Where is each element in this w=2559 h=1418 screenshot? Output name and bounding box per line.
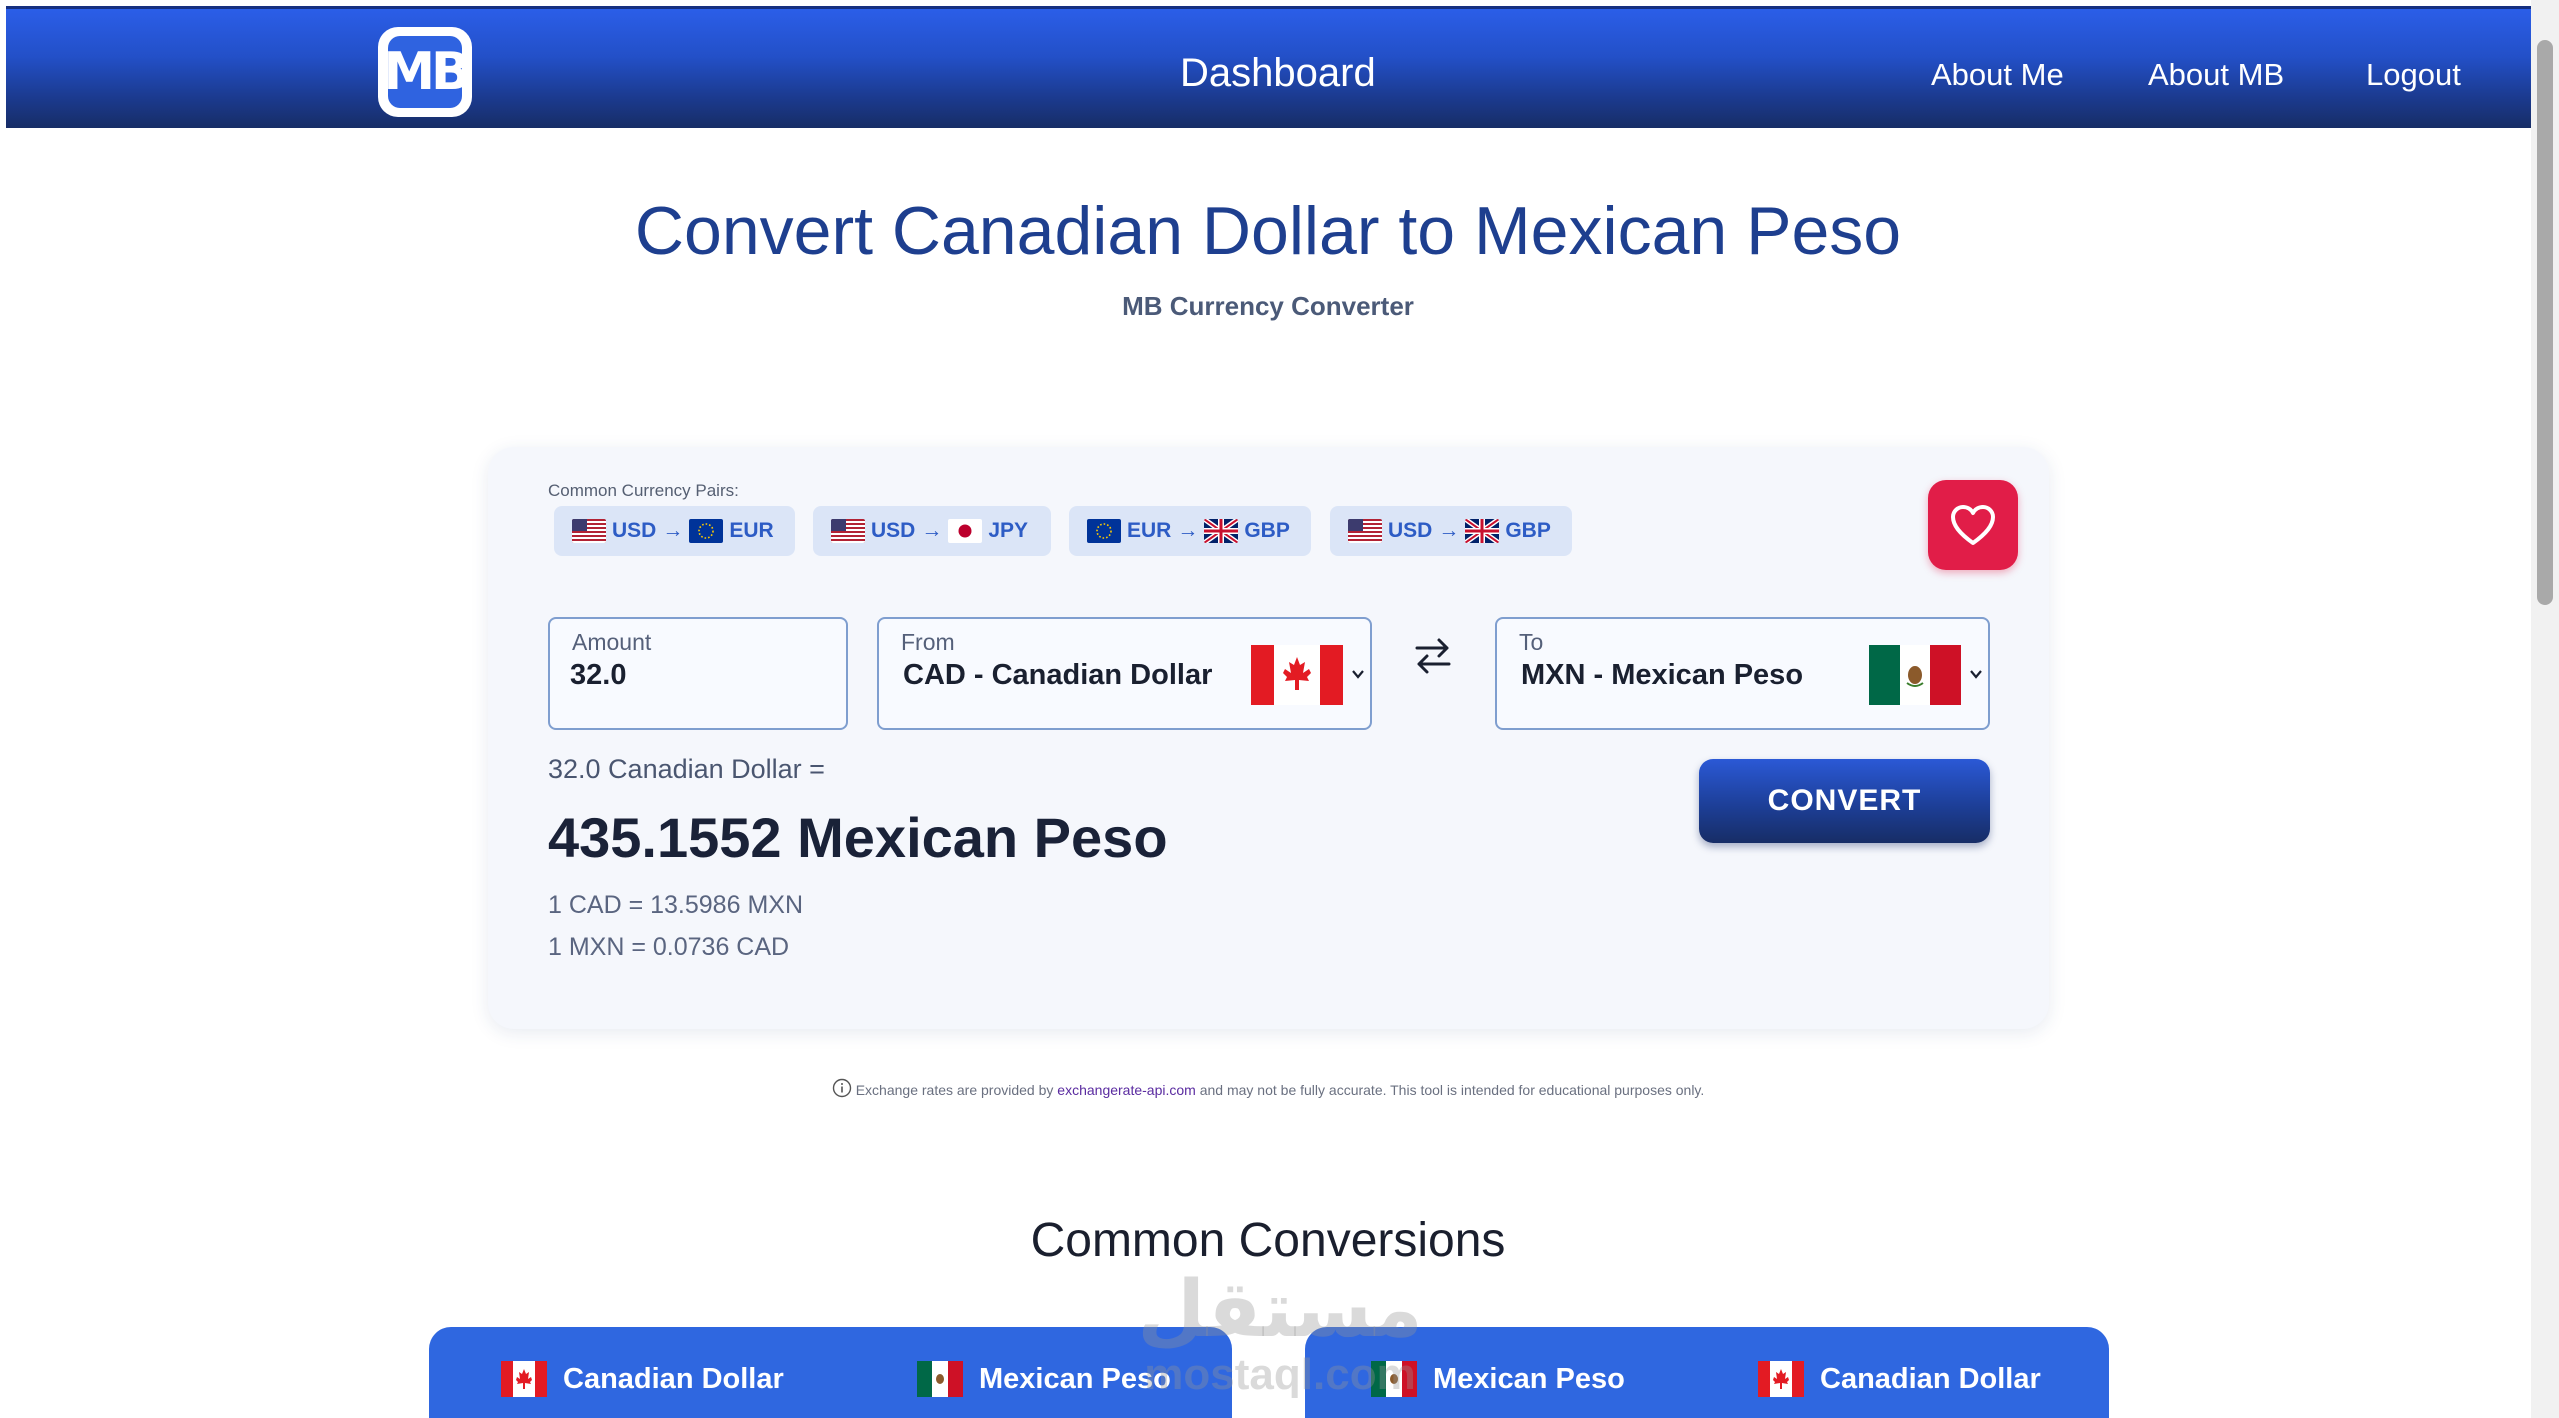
us-flag-icon bbox=[1348, 519, 1382, 543]
disclaimer-after: and may not be fully accurate. This tool… bbox=[1195, 1082, 1705, 1098]
mx-flag-icon bbox=[917, 1361, 963, 1397]
uk-flag-icon bbox=[1465, 519, 1500, 543]
chevron-down-icon bbox=[1352, 670, 1364, 679]
uk-flag-icon bbox=[1204, 519, 1239, 543]
pair-to: JPY bbox=[988, 519, 1029, 542]
conversion-from-label: Canadian Dollar bbox=[563, 1362, 784, 1395]
convert-button[interactable]: CONVERT bbox=[1699, 759, 1990, 843]
conversion-from-label: Mexican Peso bbox=[1433, 1362, 1625, 1395]
ca-flag-icon bbox=[1251, 645, 1343, 705]
eu-flag-icon bbox=[689, 519, 724, 543]
pair-from: USD bbox=[612, 519, 657, 542]
disclaimer: Exchange rates are provided by exchanger… bbox=[0, 1078, 2536, 1098]
to-currency-value: MXN - Mexican Peso bbox=[1521, 659, 1804, 691]
pair-to: EUR bbox=[729, 519, 774, 542]
info-icon bbox=[832, 1078, 851, 1098]
navbar: MB Dashboard About Me About MB Logout bbox=[6, 6, 2531, 128]
scrollbar[interactable] bbox=[2531, 0, 2559, 1418]
us-flag-icon bbox=[572, 519, 606, 543]
pair-arrow: → bbox=[921, 519, 943, 542]
from-currency-value: CAD - Canadian Dollar bbox=[903, 659, 1213, 691]
page-subtitle: MB Currency Converter bbox=[1122, 291, 1414, 321]
ca-flag-icon bbox=[1758, 1361, 1804, 1397]
pair-chip-usd-gbp[interactable]: USD → GBP bbox=[1330, 506, 1572, 556]
favorite-button[interactable] bbox=[1928, 480, 2018, 570]
watermark-latin: mostaql.com bbox=[1144, 1350, 1416, 1399]
eu-flag-icon bbox=[1087, 519, 1121, 543]
heart-icon bbox=[1951, 505, 1995, 545]
pair-arrow: → bbox=[1438, 519, 1460, 542]
rate-reverse: 1 MXN = 0.0736 CAD bbox=[548, 933, 790, 961]
logo[interactable]: MB bbox=[378, 27, 472, 117]
pair-chip-usd-eur[interactable]: USD → EUR bbox=[554, 506, 795, 556]
amount-label: Amount bbox=[572, 629, 652, 655]
result-summary: 32.0 Canadian Dollar = bbox=[548, 754, 825, 784]
jp-flag-icon bbox=[948, 519, 983, 543]
pair-to: GBP bbox=[1244, 519, 1290, 542]
pair-from: USD bbox=[871, 519, 916, 542]
chevron-down-icon bbox=[1970, 670, 1982, 679]
amount-input[interactable]: 32.0 bbox=[570, 659, 626, 692]
mx-flag-icon bbox=[1869, 645, 1961, 705]
nav-link-logout[interactable]: Logout bbox=[2366, 57, 2461, 93]
scrollbar-thumb[interactable] bbox=[2537, 40, 2553, 605]
pair-from: EUR bbox=[1127, 519, 1172, 542]
pair-from: USD bbox=[1388, 519, 1433, 542]
result-value: 435.1552 Mexican Peso bbox=[548, 806, 1168, 869]
nav-link-about-me[interactable]: About Me bbox=[1931, 57, 2064, 93]
conversion-from: Canadian Dollar bbox=[501, 1361, 784, 1397]
logo-mark: MB bbox=[383, 36, 471, 108]
swap-icon[interactable] bbox=[1413, 632, 1453, 680]
nav-title[interactable]: Dashboard bbox=[1180, 51, 1376, 96]
us-flag-icon bbox=[831, 519, 865, 543]
nav-link-about-mb[interactable]: About MB bbox=[2148, 57, 2284, 93]
conversion-card-cad-mxn[interactable]: Canadian Dollar Mexican Peso bbox=[429, 1327, 1232, 1418]
browser-page: MB Dashboard About Me About MB Logout Co… bbox=[0, 0, 2559, 1418]
watermark-arabic: مستقل bbox=[1137, 1265, 1423, 1355]
pair-chip-eur-gbp[interactable]: EUR → GBP bbox=[1069, 506, 1311, 556]
pair-to: GBP bbox=[1505, 519, 1551, 542]
to-currency-select[interactable]: To MXN - Mexican Peso bbox=[1495, 617, 1990, 730]
to-label: To bbox=[1519, 629, 1544, 655]
pairs-label: Common Currency Pairs: bbox=[548, 481, 739, 500]
common-conversions-title: Common Conversions bbox=[1030, 1214, 1506, 1267]
exchangerate-api-link[interactable]: exchangerate-api.com bbox=[1057, 1082, 1196, 1098]
pair-arrow: → bbox=[662, 519, 684, 542]
watermark: مستقل mostaql.com bbox=[1120, 1265, 1440, 1399]
conversion-to-label: Canadian Dollar bbox=[1820, 1362, 2041, 1395]
disclaimer-before: Exchange rates are provided by bbox=[855, 1082, 1058, 1098]
from-label: From bbox=[901, 629, 955, 655]
rate-forward: 1 CAD = 13.5986 MXN bbox=[548, 891, 803, 919]
amount-field[interactable]: Amount 32.0 bbox=[548, 617, 848, 730]
ca-flag-icon bbox=[501, 1361, 547, 1397]
pair-chip-usd-jpy[interactable]: USD → JPY bbox=[813, 506, 1051, 556]
from-currency-select[interactable]: From CAD - Canadian Dollar bbox=[877, 617, 1372, 730]
pair-arrow: → bbox=[1177, 519, 1199, 542]
page-title: Convert Canadian Dollar to Mexican Peso bbox=[634, 193, 1902, 269]
conversion-to: Canadian Dollar bbox=[1758, 1361, 2041, 1397]
